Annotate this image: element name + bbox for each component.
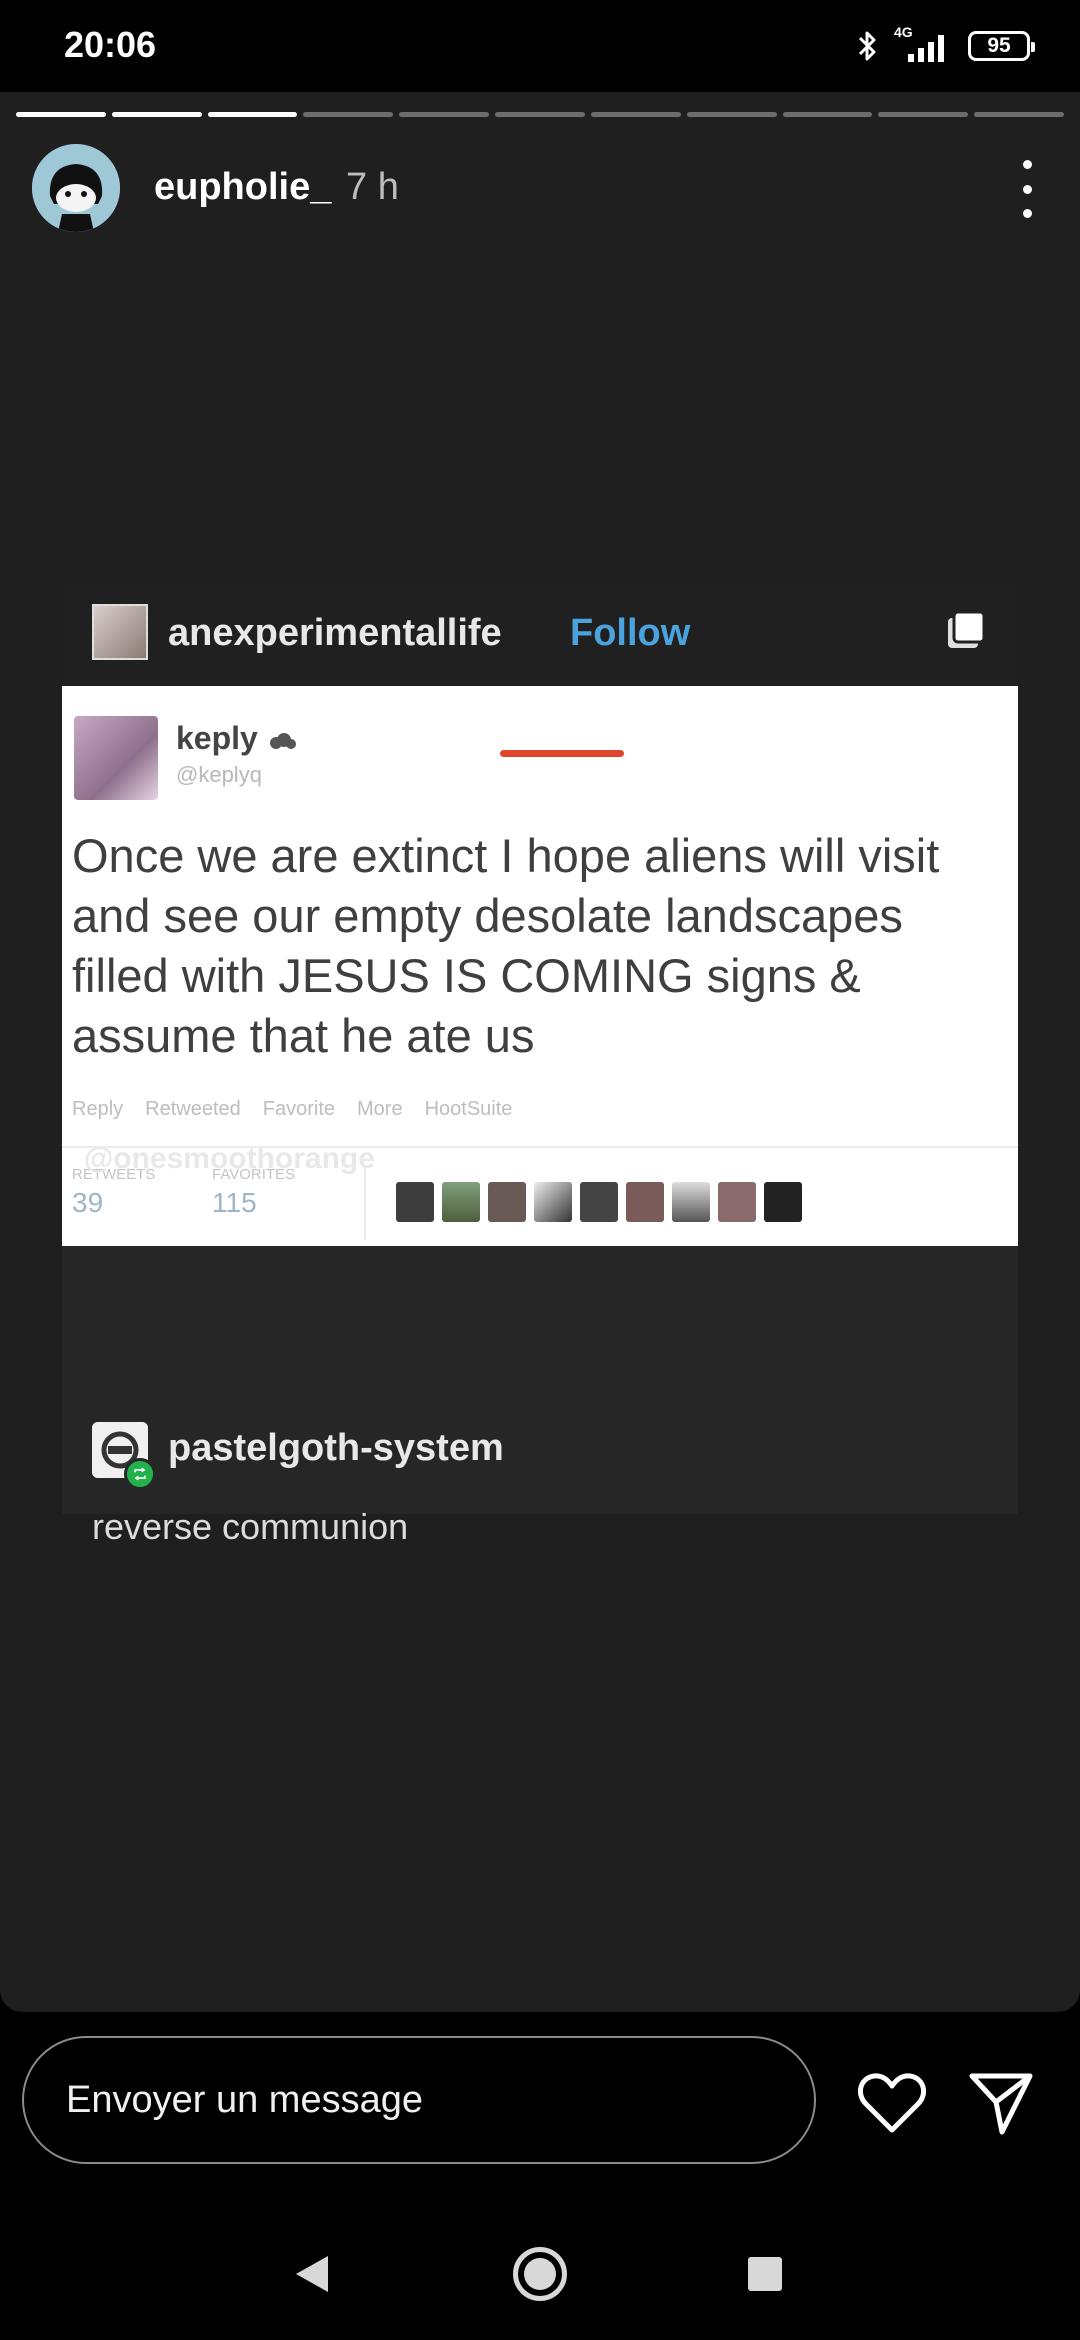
send-icon[interactable] [966,2068,1036,2138]
reblog-comment: reverse communion [92,1506,409,1547]
progress-segment [16,112,106,117]
tweet-action: Favorite [262,1098,336,1120]
favoriter-avatar [718,1182,756,1222]
back-icon[interactable] [294,2254,330,2294]
divider [364,1166,366,1240]
red-underline-mark [500,750,624,757]
story-image: anexperimentallife Follow keply @keplyq … [62,582,1018,1547]
favoriter-avatar [626,1182,664,1222]
home-icon[interactable] [513,2247,567,2301]
tweet-author-name: keply [176,720,258,756]
story-header: eupholie_ 7 h [32,144,1052,234]
story-age: 7 h [346,166,399,208]
battery-level: 95 [987,34,1011,57]
clock: 20:06 [64,24,157,65]
story-progress [16,112,1064,117]
battery-icon: 95 [968,31,1035,61]
reply-bar [0,2012,1080,2212]
favoriter-avatar [396,1182,434,1222]
cloud-icon [269,732,296,749]
heart-icon[interactable] [856,2070,928,2136]
tweet-action: Reply [72,1098,124,1120]
more-options-icon[interactable] [1002,154,1052,224]
tweet-avatar [74,716,158,800]
bluetooth-icon [858,31,876,61]
favoriter-avatar [442,1182,480,1222]
progress-segment [878,112,969,117]
favoriter-avatar [580,1182,618,1222]
tweet-action: Retweeted [145,1098,241,1120]
avatar[interactable] [32,144,120,232]
progress-segment [782,112,873,117]
favoriter-avatar [488,1182,526,1222]
favoriter-avatars [396,1182,802,1222]
progress-segment [207,112,298,117]
status-icons: 4G 95 [856,24,1035,68]
progress-segment [686,112,777,117]
blog-name: anexperimentallife [168,612,502,654]
recent-apps-icon[interactable] [748,2257,782,2291]
tweet-action: More [357,1098,403,1120]
blog-avatar [92,604,148,660]
progress-segment [974,112,1064,117]
tweet-handle: @keplyq [176,762,262,787]
progress-segment [590,112,681,117]
favoriter-avatar [764,1182,802,1222]
tweet-action: HootSuite [424,1098,513,1120]
progress-segment [303,112,394,117]
post-header: anexperimentallife Follow [62,582,1018,686]
progress-segment [399,112,490,117]
favorites-count: 115 [212,1187,257,1218]
credit-mention[interactable]: @onesmoothorange [84,1142,375,1176]
tweet-actions: Reply Retweeted Favorite More HootSuite [72,1098,512,1121]
favoriter-avatar [672,1182,710,1222]
retweets-count: 39 [72,1187,104,1218]
tweet-text: Once we are extinct I hope aliens will v… [72,829,940,1062]
status-bar: 20:06 4G 95 [0,0,1080,90]
story-username[interactable]: eupholie_ [154,166,331,209]
progress-segment [111,112,202,117]
copy-icon [948,610,986,648]
reblogger-name: pastelgoth-system [168,1427,504,1469]
story-viewer[interactable]: eupholie_ 7 h anexperimentallife Follow … [0,92,1080,2012]
signal-icon: 4G [894,24,954,64]
follow-button: Follow [570,612,691,654]
reblog-icon [124,1458,156,1490]
tweet-stats: RETWEETS 39 FAVORITES 115 [72,1166,1012,1240]
favoriter-avatar [534,1182,572,1222]
message-input[interactable] [22,2036,816,2164]
tweet-author: keply [176,720,297,757]
progress-segment [495,112,585,117]
system-nav-bar [0,2212,1080,2340]
